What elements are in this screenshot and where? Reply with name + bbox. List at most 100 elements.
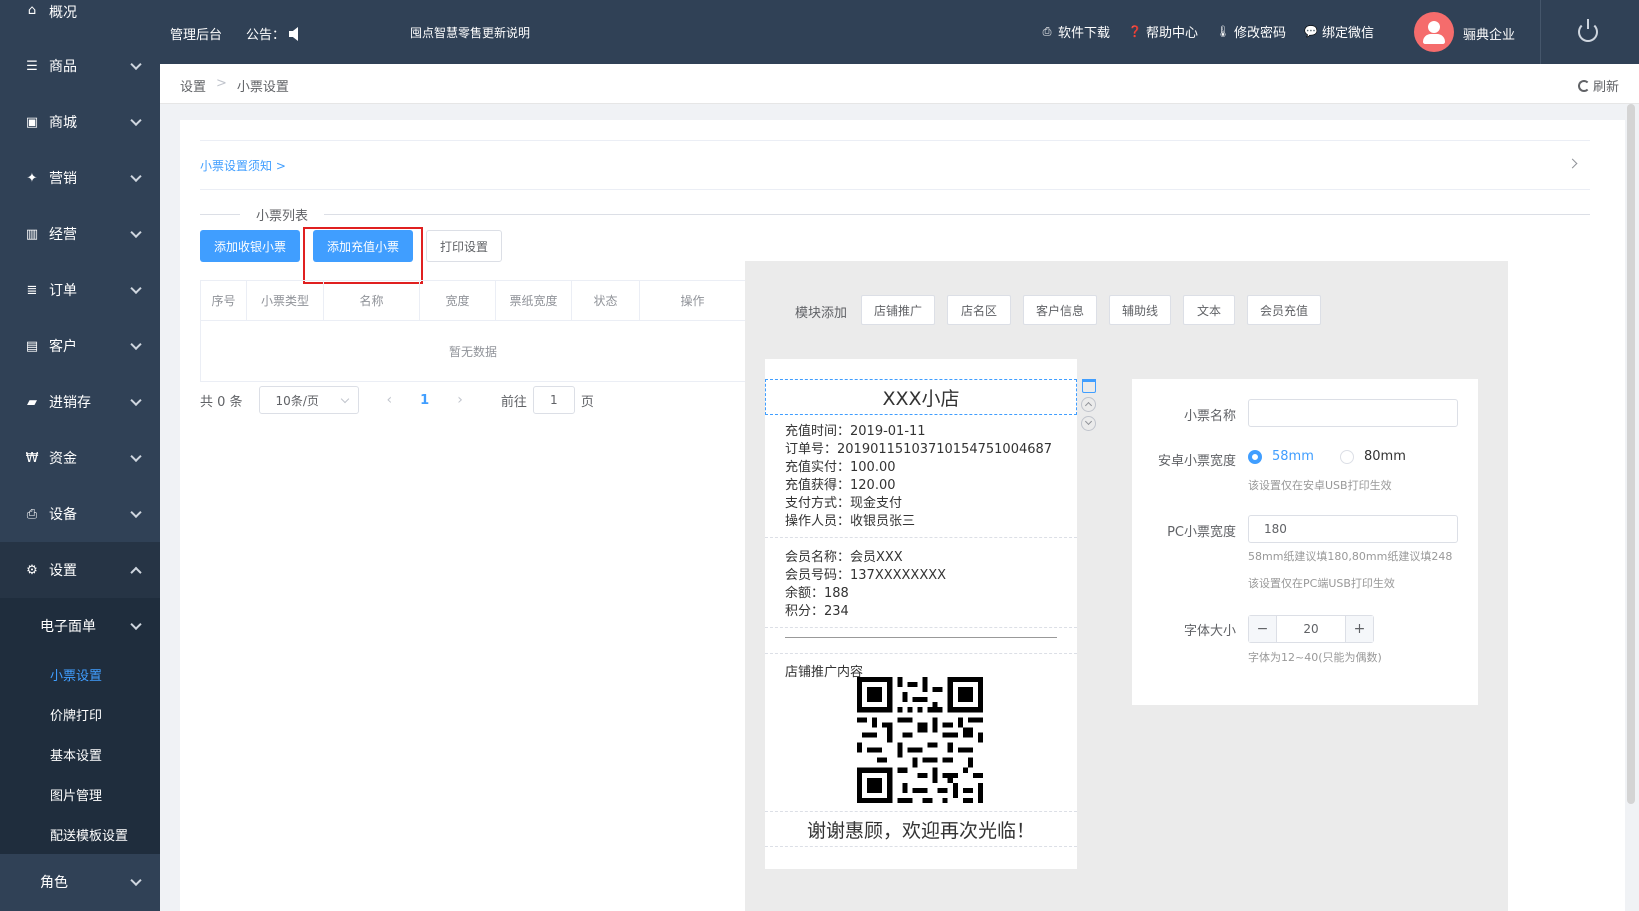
receipt-notice-row[interactable]: 小票设置须知 > (200, 140, 1590, 190)
pc-width-input[interactable]: 180 (1248, 515, 1458, 543)
sidebar-item-label: 经营 (49, 227, 77, 243)
page-number[interactable]: 1 (420, 393, 429, 408)
module-add-label: 模块添加 (795, 306, 848, 321)
print-settings-button[interactable]: 打印设置 (426, 230, 502, 262)
sidebar-item-customers[interactable]: ▤ 客户 (0, 318, 160, 374)
link-label: 绑定微信 (1322, 26, 1375, 41)
increase-button[interactable]: + (1345, 616, 1373, 642)
sidebar-item-inventory[interactable]: ▰ 进销存 (0, 374, 160, 430)
prev-page-button[interactable]: ‹ (387, 392, 393, 408)
receipt-notice-link[interactable]: 小票设置须知 > (200, 157, 286, 174)
thermometer-icon: 🌡 (1216, 25, 1231, 38)
breadcrumb-root[interactable]: 设置 (180, 76, 206, 95)
column-header: 宽度 (420, 281, 496, 320)
module-store-name-button[interactable]: 店名区 (947, 295, 1011, 325)
sidebar-item-funds[interactable]: ₩ 资金 (0, 430, 160, 486)
receipt-table: 序号 小票类型 名称 宽度 票纸宽度 状态 操作 暂无数据 (200, 280, 746, 382)
receipt-line: 订单号：20190115103710154751004687 (785, 442, 1053, 457)
company-name[interactable]: 骊典企业 (1463, 24, 1515, 43)
receipt-store-name[interactable]: XXX小店 (765, 379, 1077, 415)
divider (200, 213, 240, 215)
receipt-order-info[interactable]: 充值时间：2019-01-11 订单号：20190115103710154751… (765, 421, 1077, 538)
sidebar-item-goods[interactable]: ☰ 商品 (0, 38, 160, 94)
goto-page-input[interactable]: 1 (532, 386, 575, 414)
sidebar-item-label: 商品 (49, 59, 77, 75)
submenu-item-basic-settings[interactable]: 基本设置 (0, 734, 160, 774)
sidebar: ⌂ 概况 ☰ 商品 ▣ 商城 ✦ 营销 ▥ 经营 ≣ 订单 ▤ 客户 ▰ 进销存… (0, 0, 160, 911)
breadcrumb-current: 小票设置 (236, 80, 289, 95)
sidebar-item-label: 角色 (40, 875, 68, 891)
sidebar-item-marketing[interactable]: ✦ 营销 (0, 150, 160, 206)
sidebar-item-mall[interactable]: ▣ 商城 (0, 94, 160, 150)
submenu-item-price-tag-print[interactable]: 价牌打印 (0, 694, 160, 734)
next-page-button[interactable]: › (457, 392, 463, 408)
submenu-item-receipt-settings[interactable]: 小票设置 (0, 654, 160, 694)
column-header: 操作 (680, 294, 705, 308)
radio-dot (1340, 449, 1354, 464)
power-icon[interactable] (1578, 19, 1598, 42)
module-store-promo-button[interactable]: 店铺推广 (861, 295, 935, 325)
receipt-line: 充值实付：100.00 (785, 460, 896, 475)
chevron-down-icon (130, 226, 142, 239)
chevron-down-icon (130, 506, 142, 519)
submenu-item-image-management[interactable]: 图片管理 (0, 774, 160, 814)
top-header: 管理后台 公告： 囤点智慧零售更新说明 ⎙ 软件下载 ❓ 帮助中心 🌡 修改密码 💬 绑… (160, 0, 1639, 64)
header-divider (1540, 0, 1541, 64)
chevron-down-icon (130, 170, 142, 183)
receipt-line: 余额：188 (785, 586, 849, 601)
module-text-button[interactable]: 文本 (1183, 295, 1235, 325)
header-links: ⎙ 软件下载 ❓ 帮助中心 🌡 修改密码 💬 绑定微信 (1040, 22, 1374, 42)
font-size-value[interactable]: 20 (1277, 616, 1345, 642)
link-label: 修改密码 (1234, 26, 1287, 41)
avatar[interactable] (1414, 12, 1454, 52)
printer-icon: ⎙ (26, 506, 38, 522)
chevron-down-icon (130, 58, 142, 71)
sidebar-item-label: 概况 (49, 5, 77, 21)
move-up-icon[interactable] (1081, 397, 1096, 412)
radio-dot (1248, 449, 1262, 464)
android-width-80mm-radio[interactable]: 80mm (1340, 449, 1406, 464)
module-guide-line-button[interactable]: 辅助线 (1109, 295, 1171, 325)
android-width-58mm-radio[interactable]: 58mm (1248, 449, 1314, 464)
software-download-link[interactable]: ⎙ 软件下载 (1040, 22, 1110, 42)
change-password-link[interactable]: 🌡 修改密码 (1216, 22, 1286, 41)
receipt-member-info[interactable]: 会员名称：会员XXX 会员号码：137XXXXXXXX 余额：188 积分：23… (765, 543, 1077, 628)
printer-icon: ⎙ (1042, 24, 1052, 38)
page-scrollbar[interactable] (1627, 104, 1635, 804)
receipt-thanks-text[interactable]: 谢谢惠顾，欢迎再次光临！ (765, 811, 1077, 847)
module-member-recharge-button[interactable]: 会员充值 (1247, 295, 1321, 325)
submenu-item-delivery-template[interactable]: 配送模板设置 (0, 814, 160, 854)
column-header: 名称 (324, 281, 420, 320)
table-header: 序号 小票类型 名称 宽度 票纸宽度 状态 操作 (201, 281, 745, 321)
help-center-link[interactable]: ❓ 帮助中心 (1128, 22, 1198, 41)
submenu-e-waybill[interactable]: 电子面单 (0, 598, 160, 654)
receipt-name-input[interactable] (1248, 399, 1458, 427)
refresh-button[interactable]: 刷新 (1577, 76, 1619, 95)
sidebar-item-orders[interactable]: ≣ 订单 (0, 262, 160, 318)
refresh-label: 刷新 (1592, 80, 1619, 95)
module-customer-info-button[interactable]: 客户信息 (1023, 295, 1097, 325)
list-icon: ☰ (26, 58, 38, 74)
notice-label: 公告： (246, 28, 286, 43)
move-down-icon[interactable] (1081, 416, 1096, 431)
settings-submenu: 电子面单 小票设置 价牌打印 基本设置 图片管理 配送模板设置 (0, 598, 160, 854)
bind-wechat-link[interactable]: 💬 绑定微信 (1304, 22, 1374, 41)
decrease-button[interactable]: − (1249, 616, 1277, 642)
sidebar-item-label: 资金 (49, 451, 77, 467)
add-cashier-receipt-button[interactable]: 添加收银小票 (200, 230, 300, 262)
avatar-body (1423, 34, 1445, 44)
qr-code-icon (857, 677, 983, 803)
truck-icon: ▰ (27, 394, 37, 410)
chevron-down-icon (130, 394, 142, 407)
sidebar-item-overview[interactable]: ⌂ 概况 (0, 0, 160, 24)
sidebar-item-operation[interactable]: ▥ 经营 (0, 206, 160, 262)
sidebar-item-settings[interactable]: ⚙ 设置 (0, 542, 160, 598)
trash-icon[interactable] (1082, 379, 1096, 393)
sidebar-item-role[interactable]: 角色 (0, 854, 160, 910)
chevron-down-icon (130, 114, 142, 127)
page-size-select[interactable]: 10条/页 (258, 386, 359, 414)
sidebar-item-devices[interactable]: ⎙ 设备 (0, 486, 160, 542)
submenu-head-label: 电子面单 (40, 619, 96, 635)
gear-icon: ⚙ (26, 562, 38, 578)
notice-marquee[interactable]: 囤点智慧零售更新说明 (410, 24, 530, 41)
